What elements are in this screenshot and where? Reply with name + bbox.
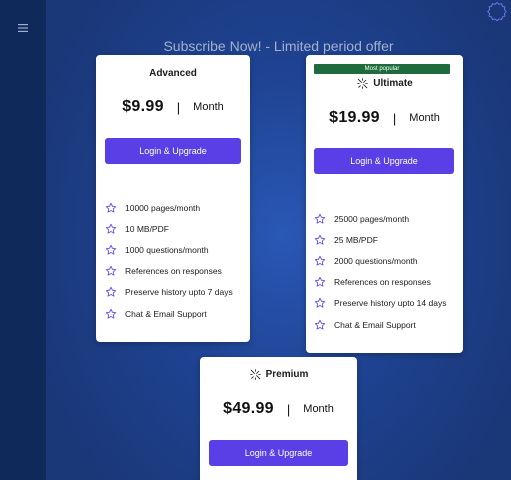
feature-label: Preserve history upto 7 days xyxy=(125,287,233,298)
feature-label: Chat & Email Support xyxy=(334,319,416,330)
plan-title: Ultimate xyxy=(306,77,463,90)
plan-period: Month xyxy=(193,101,224,113)
feature-label: 10 MB/PDF xyxy=(125,223,169,234)
feature-label: 25 MB/PDF xyxy=(334,234,378,245)
price-row: $9.99 | Month xyxy=(96,97,250,117)
feature-label: References on responses xyxy=(125,266,222,277)
page-headline: Subscribe Now! - Limited period offer xyxy=(163,38,394,54)
plan-name: Ultimate xyxy=(373,78,413,89)
feature-label: 2000 questions/month xyxy=(334,255,418,266)
feature-item: 25 MB/PDF xyxy=(314,229,446,250)
most-popular-badge: Most popular xyxy=(314,64,450,74)
feature-item: References on responses xyxy=(314,272,446,293)
plan-name: Advanced xyxy=(149,68,197,79)
feature-item: 10000 pages/month xyxy=(105,197,233,218)
feature-list: 10000 pages/month 10 MB/PDF 1000 questio… xyxy=(105,197,233,324)
sparkle-icon xyxy=(249,369,261,380)
feature-item: Preserve history upto 14 days xyxy=(314,293,446,314)
plan-card-advanced: Advanced $9.99 | Month Login & Upgrade 1… xyxy=(96,55,250,342)
feature-label: 10000 pages/month xyxy=(125,202,201,213)
plan-period: Month xyxy=(303,403,334,415)
star-icon xyxy=(314,255,326,266)
login-upgrade-button[interactable]: Login & Upgrade xyxy=(105,138,241,164)
price-separator: | xyxy=(176,99,181,115)
star-icon xyxy=(105,287,117,297)
price-separator: | xyxy=(392,110,397,126)
star-icon xyxy=(105,308,117,319)
plan-name: Premium xyxy=(265,369,309,380)
plan-price: $9.99 xyxy=(122,98,164,115)
star-icon xyxy=(314,213,326,224)
login-upgrade-button[interactable]: Login & Upgrade xyxy=(209,440,348,466)
plan-price: $19.99 xyxy=(329,109,380,126)
star-icon xyxy=(105,223,117,234)
feature-label: References on responses xyxy=(334,277,431,288)
feature-label: 25000 pages/month xyxy=(334,213,410,224)
price-separator: | xyxy=(286,401,291,417)
plan-price: $49.99 xyxy=(223,400,274,417)
star-icon xyxy=(314,298,326,308)
plan-card-premium: Premium $49.99 | Month Login & Upgrade xyxy=(200,357,357,480)
plan-card-ultimate: Most popular Ultimate $19.99 | Month Log… xyxy=(306,55,463,353)
feature-item: Chat & Email Support xyxy=(105,303,233,324)
price-row: $19.99 | Month xyxy=(306,108,463,128)
feature-label: Chat & Email Support xyxy=(125,308,207,319)
feature-item: 10 MB/PDF xyxy=(105,218,233,239)
feature-label: 1000 questions/month xyxy=(125,244,209,255)
sidebar xyxy=(0,0,46,480)
plan-title: Premium xyxy=(200,368,357,381)
star-icon xyxy=(105,202,117,213)
feature-item: Chat & Email Support xyxy=(314,314,446,335)
star-icon xyxy=(314,234,326,245)
sparkle-icon xyxy=(357,78,369,89)
price-row: $49.99 | Month xyxy=(200,399,357,419)
star-icon xyxy=(105,244,117,255)
star-icon xyxy=(314,276,326,287)
feature-item: 25000 pages/month xyxy=(314,208,446,229)
feature-item: 2000 questions/month xyxy=(314,250,446,271)
star-icon xyxy=(105,265,117,276)
hamburger-menu-icon[interactable] xyxy=(13,19,33,37)
login-upgrade-button[interactable]: Login & Upgrade xyxy=(314,148,454,174)
star-icon xyxy=(314,319,326,330)
feature-label: Preserve history upto 14 days xyxy=(334,298,447,309)
feature-item: References on responses xyxy=(105,261,233,282)
feature-list: 25000 pages/month 25 MB/PDF 2000 questio… xyxy=(314,208,446,335)
plan-period: Month xyxy=(409,112,440,124)
feature-item: Preserve history upto 7 days xyxy=(105,282,233,303)
feature-item: 1000 questions/month xyxy=(105,239,233,260)
gear-icon[interactable] xyxy=(486,1,508,23)
